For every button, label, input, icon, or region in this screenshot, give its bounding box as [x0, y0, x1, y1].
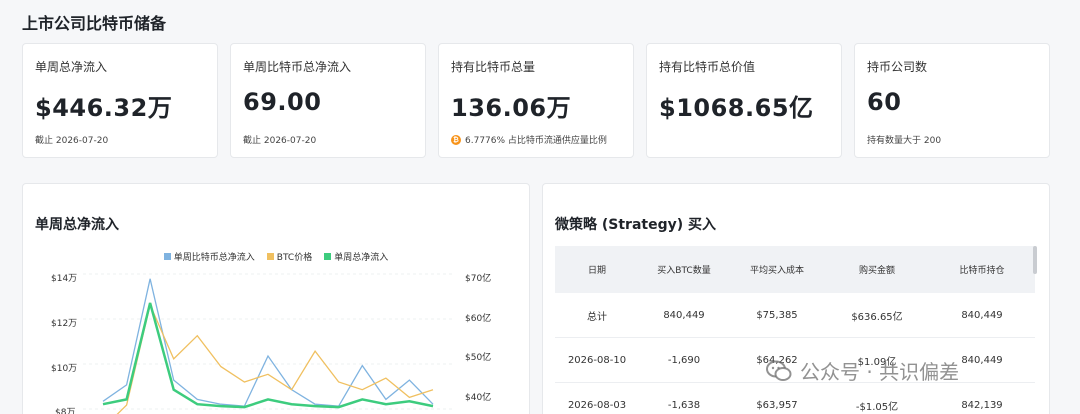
bitcoin-icon: ₿ — [451, 134, 461, 145]
y-right-tick: $70亿 — [465, 274, 492, 284]
stat-date: 截止 2026-07-20 — [243, 136, 317, 146]
legend-item-btc-inflow[interactable]: 单周比特币总净流入 — [163, 250, 255, 263]
chart-title: 单周总净流入 — [35, 217, 119, 233]
y-left-tick: $14万 — [51, 274, 78, 284]
legend-swatch — [163, 253, 171, 260]
legend-swatch — [324, 253, 332, 260]
stat-card-total-btc-held: 持有比特币总量 136.06万 ₿ 6.7776% 占比特币流通供应量比例 — [438, 43, 634, 158]
col-date[interactable]: 日期 — [555, 246, 639, 293]
stat-card-weekly-net-inflow: 单周总净流入 $446.32万 截止 2026-07-20 — [22, 43, 218, 158]
y-left-tick: $8万 — [55, 408, 76, 414]
y-right-tick: $50亿 — [465, 353, 492, 363]
col-avg-cost[interactable]: 平均买入成本 — [729, 246, 825, 293]
stat-value: 136.06万 — [451, 94, 572, 122]
stat-label: 持有比特币总量 — [451, 60, 536, 74]
table-scrollbar[interactable] — [1033, 246, 1037, 274]
legend-item-total-inflow[interactable]: 单周总净流入 — [324, 250, 388, 263]
chart-plot-area — [83, 273, 453, 414]
stat-value: 69.00 — [243, 88, 322, 116]
y-right-tick: $60亿 — [465, 314, 492, 324]
stat-value: $1068.65亿 — [659, 94, 814, 122]
wechat-icon — [766, 360, 792, 381]
table-title: 微策略 (Strategy) 买入 — [555, 217, 717, 233]
col-btc-holdings[interactable]: 比特币持仓 — [929, 246, 1035, 293]
stat-card-company-count: 持币公司数 60 持有数量大于 200 — [854, 43, 1050, 158]
chart-legend: 单周比特币总净流入 BTC价格 单周总净流入 — [23, 250, 529, 263]
legend-item-btc-price[interactable]: BTC价格 — [266, 250, 312, 263]
stat-label: 持币公司数 — [867, 60, 928, 74]
stat-supply-ratio: ₿ 6.7776% 占比特币流通供应量比例 — [451, 133, 607, 146]
series-line-0 — [102, 278, 434, 407]
stat-label: 持有比特币总价值 — [659, 60, 756, 74]
y-left-tick: $10万 — [51, 364, 78, 374]
stat-label: 单周总净流入 — [35, 60, 108, 74]
stat-card-weekly-btc-inflow: 单周比特币总净流入 69.00 截止 2026-07-20 — [230, 43, 426, 158]
chart-panel: 单周总净流入 单周比特币总净流入 BTC价格 单周总净流入 $14万 $12万 … — [22, 183, 530, 414]
col-purchase-amount[interactable]: 购买金额 — [825, 246, 929, 293]
series-line-1 — [116, 302, 434, 414]
stat-value: 60 — [867, 88, 902, 116]
col-btc-bought[interactable]: 买入BTC数量 — [639, 246, 729, 293]
table-row[interactable]: 2026-08-03 -1,638 $63,957 -$1.05亿 842,13… — [555, 383, 1035, 414]
stat-label: 单周比特币总净流入 — [243, 60, 352, 74]
y-right-tick: $40亿 — [465, 393, 492, 403]
stat-card-total-btc-value: 持有比特币总价值 $1068.65亿 — [646, 43, 842, 158]
stat-threshold: 持有数量大于 200 — [867, 136, 942, 146]
page-title: 上市公司比特币储备 — [22, 14, 167, 33]
watermark: 公众号 · 共识偏差 — [766, 356, 959, 385]
table-header: 日期 买入BTC数量 平均买入成本 购买金额 比特币持仓 — [555, 246, 1035, 293]
y-left-tick: $12万 — [51, 319, 78, 329]
table-row[interactable]: 总计 840,449 $75,385 $636.65亿 840,449 — [555, 293, 1035, 338]
legend-swatch — [266, 253, 274, 260]
stat-date: 截止 2026-07-20 — [35, 136, 109, 146]
stat-value: $446.32万 — [35, 94, 173, 122]
watermark-text: 公众号 · 共识偏差 — [800, 360, 960, 384]
